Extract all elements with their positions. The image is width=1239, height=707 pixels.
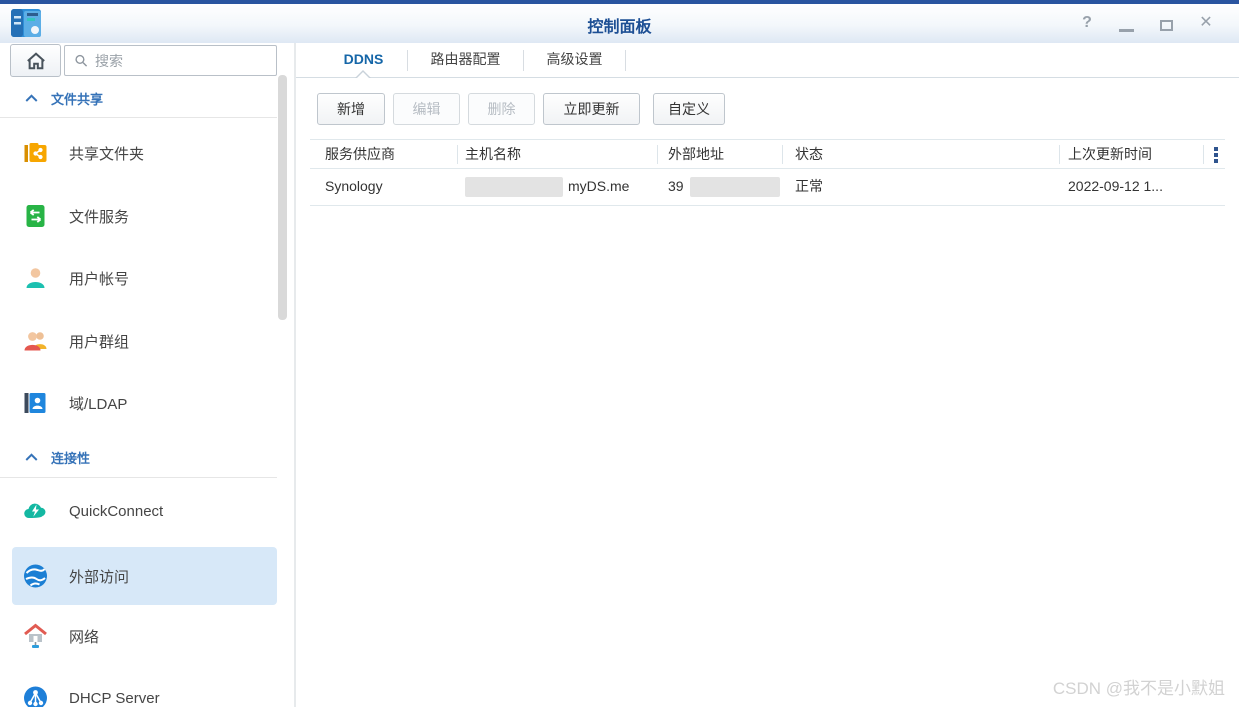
table-row-border — [310, 205, 1225, 206]
section-divider — [0, 477, 277, 478]
tab-advanced-settings[interactable]: 高级设置 — [524, 43, 625, 77]
cell-hostname-suffix: myDS.me — [568, 168, 629, 205]
column-separator — [782, 145, 783, 164]
tab-separator — [625, 50, 626, 71]
cell-status: 正常 — [795, 168, 823, 205]
edit-button[interactable]: 编辑 — [393, 93, 460, 125]
user-group-icon — [22, 328, 49, 354]
sidebar-item-label: 网络 — [69, 626, 99, 647]
cell-last-update: 2022-09-12 1... — [1068, 168, 1163, 205]
column-header-provider[interactable]: 服务供应商 — [325, 140, 395, 168]
table-row[interactable]: Synology myDS.me 39 正常 2022-09-12 1... — [310, 168, 1225, 205]
section-divider — [0, 117, 277, 118]
cell-provider: Synology — [325, 168, 383, 205]
sidebar-item-file-services[interactable]: 文件服务 — [12, 187, 277, 245]
sidebar-item-label: DHCP Server — [69, 690, 160, 707]
redacted-hostname-box — [465, 177, 563, 197]
maximize-icon[interactable] — [1153, 11, 1179, 35]
active-tab-notch-fill — [356, 72, 370, 79]
file-services-icon — [22, 203, 49, 229]
sidebar-item-label: 用户群组 — [69, 331, 129, 352]
add-button[interactable]: 新增 — [317, 93, 385, 125]
column-header-external-address[interactable]: 外部地址 — [668, 140, 724, 168]
column-separator — [457, 145, 458, 164]
sidebar-scrollbar-thumb[interactable] — [278, 75, 287, 320]
sidebar-item-label: 域/LDAP — [69, 393, 127, 414]
update-now-button[interactable]: 立即更新 — [543, 93, 640, 125]
shared-folder-icon — [22, 140, 49, 166]
chevron-up-icon — [24, 93, 39, 103]
sidebar-item-label: QuickConnect — [69, 503, 163, 520]
column-header-hostname[interactable]: 主机名称 — [465, 140, 521, 168]
section-label: 连接性 — [51, 448, 90, 467]
user-account-icon — [22, 265, 49, 291]
sidebar-item-network[interactable]: 网络 — [12, 607, 277, 665]
customize-button[interactable]: 自定义 — [653, 93, 725, 125]
minimize-icon[interactable] — [1113, 11, 1139, 35]
sidebar-item-label: 文件服务 — [69, 206, 129, 227]
tab-router-config[interactable]: 路由器配置 — [408, 43, 523, 77]
main-pane: DDNS 路由器配置 高级设置 新增 编辑 删除 立即更新 自定义 服务供应商 … — [296, 43, 1239, 707]
sidebar-item-shared-folder[interactable]: 共享文件夹 — [12, 124, 277, 182]
search-box — [64, 45, 277, 76]
sidebar-section-file-sharing[interactable]: 文件共享 — [24, 88, 103, 108]
sidebar-item-user-account[interactable]: 用户帐号 — [12, 249, 277, 307]
sidebar-item-domain-ldap[interactable]: 域/LDAP — [12, 374, 277, 432]
sidebar-item-dhcp-server[interactable]: DHCP Server — [12, 669, 277, 707]
search-input[interactable] — [95, 53, 276, 69]
table-header-row: 服务供应商 主机名称 外部地址 状态 上次更新时间 — [310, 140, 1225, 168]
chevron-up-icon — [24, 452, 39, 462]
column-header-last-update[interactable]: 上次更新时间 — [1068, 140, 1152, 168]
title-bar: 控制面板 ? ✕ — [0, 4, 1239, 43]
sidebar: 文件共享 共享文件夹 文件服务 — [0, 43, 295, 707]
sidebar-item-external-access[interactable]: 外部访问 — [12, 547, 277, 605]
close-icon[interactable]: ✕ — [1193, 11, 1219, 35]
redacted-external-address-box — [690, 177, 780, 197]
column-options-more-icon[interactable] — [1208, 146, 1224, 164]
column-separator — [1059, 145, 1060, 164]
delete-button[interactable]: 删除 — [468, 93, 535, 125]
window-title: 控制面板 — [0, 13, 1239, 37]
sidebar-item-label: 共享文件夹 — [69, 143, 144, 164]
sidebar-item-label: 用户帐号 — [69, 268, 129, 289]
column-separator — [1203, 145, 1204, 164]
network-icon — [22, 623, 49, 649]
sidebar-item-quickconnect[interactable]: QuickConnect — [12, 482, 277, 540]
tabs-bottom-border — [296, 77, 1239, 78]
quickconnect-icon — [22, 498, 49, 524]
search-icon — [74, 52, 88, 69]
external-access-icon — [22, 563, 49, 589]
sidebar-section-connectivity[interactable]: 连接性 — [24, 447, 90, 467]
sidebar-item-user-group[interactable]: 用户群组 — [12, 312, 277, 370]
cell-external-prefix: 39 — [668, 168, 684, 205]
help-icon[interactable]: ? — [1074, 11, 1100, 35]
column-header-status[interactable]: 状态 — [795, 140, 823, 168]
home-icon — [25, 51, 47, 71]
watermark-text: CSDN @我不是小默姐 — [1053, 674, 1225, 699]
home-button[interactable] — [10, 44, 61, 77]
sidebar-item-label: 外部访问 — [69, 566, 129, 587]
minimize-bar — [1119, 29, 1134, 32]
dhcp-server-icon — [22, 685, 49, 707]
maximize-box — [1160, 20, 1173, 31]
domain-ldap-icon — [22, 390, 49, 416]
column-separator — [657, 145, 658, 164]
control-panel-window: 控制面板 ? ✕ 文件共享 — [0, 0, 1239, 707]
section-label: 文件共享 — [51, 89, 103, 108]
